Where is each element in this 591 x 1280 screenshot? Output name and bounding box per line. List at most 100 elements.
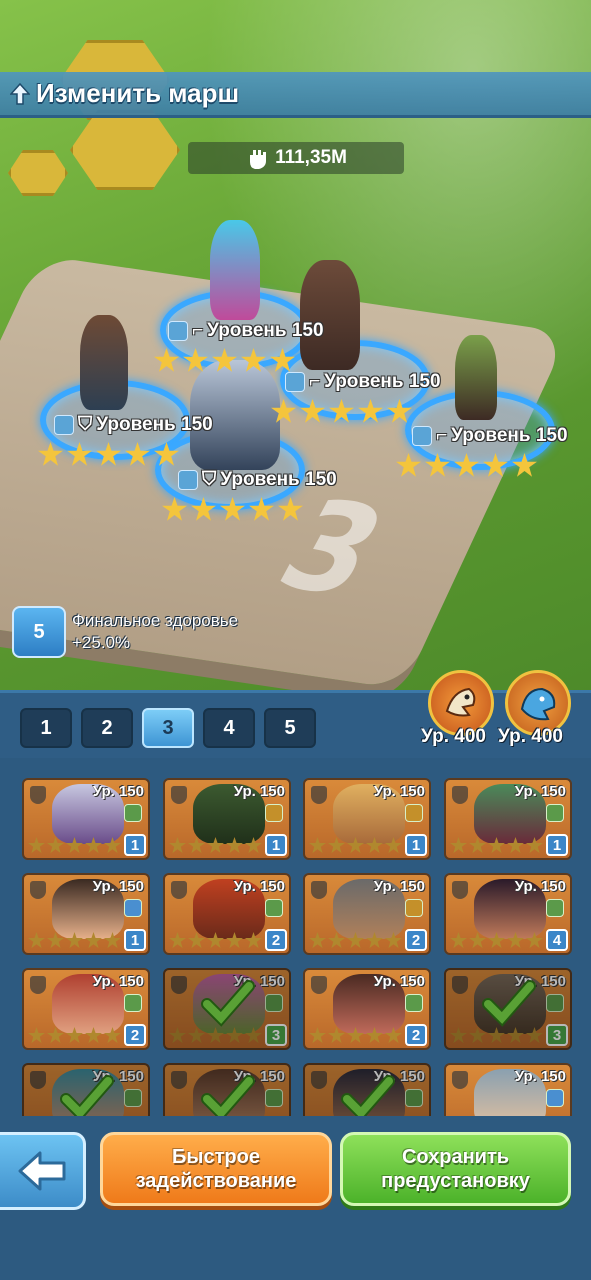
- element-icon: [546, 994, 564, 1012]
- element-icon: [124, 994, 142, 1012]
- class-icon: [285, 372, 305, 392]
- hero-card[interactable]: Ур. 150 3: [444, 968, 572, 1050]
- element-icon: [124, 899, 142, 917]
- shield-icon: [171, 1071, 187, 1089]
- element-icon: [405, 994, 423, 1012]
- gun-icon: [452, 881, 468, 899]
- hero-count: 2: [265, 929, 287, 951]
- hero-card[interactable]: Ур. 150 3: [163, 968, 291, 1050]
- hero-card[interactable]: Ур. 150: [22, 1063, 150, 1116]
- hero-figure: [455, 335, 497, 420]
- hero-card[interactable]: Ур. 150 4: [444, 873, 572, 955]
- hero-card[interactable]: Ур. 150 1: [22, 873, 150, 955]
- hero-stars: [450, 932, 543, 949]
- class-icon: [54, 415, 74, 435]
- rifle-icon: ⌐: [436, 425, 448, 446]
- hero-stars: [396, 453, 537, 478]
- hero-card[interactable]: Ур. 150: [444, 1063, 572, 1116]
- hero-count: 3: [546, 1024, 568, 1046]
- fist-icon: [250, 150, 267, 169]
- save-preset-button[interactable]: Сохранить предустановку: [340, 1132, 571, 1206]
- checkmark-icon: [341, 1075, 395, 1116]
- hero-level-label: ⌐ Уровень 150: [168, 320, 324, 342]
- shield-icon: [452, 1071, 468, 1089]
- shield-icon: ⛉: [78, 414, 93, 435]
- tab-formation-2[interactable]: 2: [81, 708, 133, 748]
- total-power: 111,35M: [188, 142, 404, 174]
- gun-icon: [171, 786, 187, 804]
- hero-stars: [162, 497, 303, 522]
- tab-formation-5[interactable]: 5: [264, 708, 316, 748]
- hero-figure: [80, 315, 128, 410]
- rifle-icon: [311, 786, 327, 804]
- checkmark-icon: [201, 980, 255, 1027]
- hero-card[interactable]: Ур. 150 1: [163, 778, 291, 860]
- bonus-cycle-icon: 5: [12, 606, 66, 658]
- class-icon: [168, 321, 188, 341]
- gun-icon: [452, 976, 468, 994]
- up-arrow-icon: [10, 82, 30, 105]
- shield-icon: [171, 881, 187, 899]
- bonus-label: Финальное здоровье: [72, 611, 239, 630]
- hero-card[interactable]: Ур. 150 2: [163, 873, 291, 955]
- hero-stars: [154, 348, 295, 373]
- rifle-icon: [30, 1071, 46, 1089]
- hero-level-label: ⌐ Уровень 150: [285, 371, 441, 393]
- hero-stars: [309, 1027, 402, 1044]
- tab-formation-1[interactable]: 1: [20, 708, 72, 748]
- terrain-hex: [8, 150, 68, 196]
- hero-stars: [28, 932, 121, 949]
- hero-card[interactable]: Ур. 150 1: [303, 778, 431, 860]
- hero-stars: [450, 837, 543, 854]
- hero-stars: [271, 399, 412, 424]
- hero-count: 4: [546, 929, 568, 951]
- hero-stars: [309, 837, 402, 854]
- hero-stars: [169, 837, 262, 854]
- element-icon: [546, 899, 564, 917]
- hero-count: 2: [405, 1024, 427, 1046]
- element-icon: [546, 804, 564, 822]
- hero-grid: Ур. 150 1 Ур. 150 1 Ур. 150 1 Ур. 150 1 …: [20, 776, 572, 1116]
- hero-count: 3: [265, 1024, 287, 1046]
- element-icon: [265, 804, 283, 822]
- shield-icon: ⛉: [202, 469, 217, 490]
- hero-card[interactable]: Ур. 150 2: [303, 968, 431, 1050]
- header-bar: Изменить марш: [0, 72, 591, 118]
- hero-card[interactable]: Ур. 150 1: [444, 778, 572, 860]
- tab-formation-3[interactable]: 3: [142, 708, 194, 748]
- hero-stars: [38, 442, 179, 467]
- bonus-value: +25.0%: [72, 633, 131, 652]
- tab-formation-4[interactable]: 4: [203, 708, 255, 748]
- hero-card[interactable]: Ур. 150 2: [303, 873, 431, 955]
- hero-count: 1: [405, 834, 427, 856]
- element-icon: [265, 899, 283, 917]
- checkmark-icon: [482, 980, 536, 1027]
- element-icon: [546, 1089, 564, 1107]
- hero-figure: [300, 260, 360, 370]
- hero-level-label: ⌐ Уровень 150: [412, 425, 568, 447]
- checkmark-icon: [60, 1075, 114, 1116]
- element-icon: [405, 1089, 423, 1107]
- gun-icon: ⌐: [309, 371, 321, 392]
- hero-card[interactable]: Ур. 150 1: [22, 778, 150, 860]
- class-icon: [178, 470, 198, 490]
- hero-card[interactable]: Ур. 150: [303, 1063, 431, 1116]
- hero-stars: [28, 837, 121, 854]
- hero-stars: [309, 932, 402, 949]
- quick-deploy-button[interactable]: Быстрое задействование: [100, 1132, 332, 1206]
- hero-count: 1: [124, 929, 146, 951]
- hero-card[interactable]: Ур. 150: [163, 1063, 291, 1116]
- hero-level-label: ⛉ Уровень 150: [54, 414, 213, 436]
- arrow-left-icon: [18, 1151, 65, 1191]
- element-icon: [124, 1089, 142, 1107]
- element-icon: [265, 1089, 283, 1107]
- back-button[interactable]: [0, 1132, 86, 1210]
- hero-count: 2: [124, 1024, 146, 1046]
- hero-card[interactable]: Ур. 150 2: [22, 968, 150, 1050]
- formation-tabs: 1 2 3 4 5: [20, 708, 316, 748]
- hero-stars: [169, 932, 262, 949]
- page-title: Изменить марш: [36, 78, 240, 108]
- gun-icon: [30, 881, 46, 899]
- formation-bonus[interactable]: 5 Финальное здоровье +25.0%: [12, 606, 238, 658]
- hero-count: 1: [265, 834, 287, 856]
